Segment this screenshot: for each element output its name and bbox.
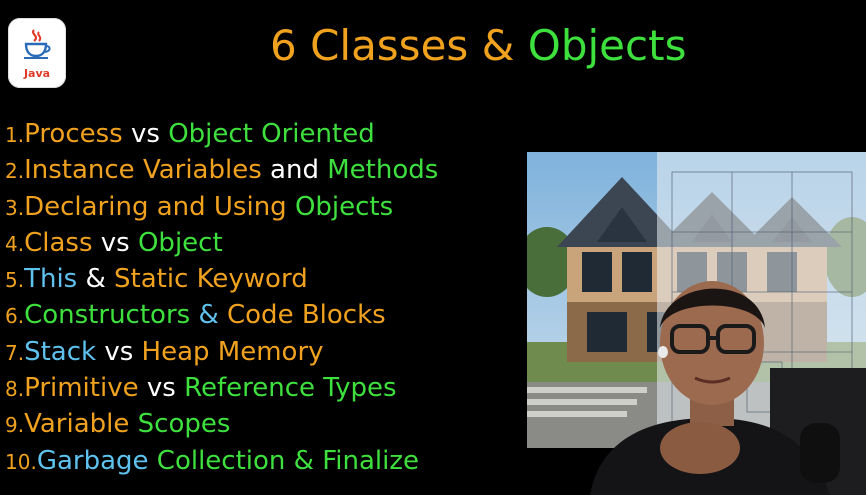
topic-text-segment: Scopes <box>129 409 231 440</box>
topic-number: 8. <box>5 377 25 402</box>
topic-text-segment: Reference Types <box>184 373 397 404</box>
topic-text-segment: Class <box>24 227 93 258</box>
topic-text-segment: vs <box>122 119 169 149</box>
topic-text-segment: & <box>77 264 115 295</box>
title-part-1: 6 Classes <box>270 21 469 70</box>
topic-text-segment: Methods <box>327 155 439 186</box>
java-logo: Java <box>8 18 66 88</box>
topic-text-segment: Primitive <box>24 373 139 404</box>
topic-number: 4. <box>5 231 25 256</box>
topic-item: 8.Primitive vs Reference Types <box>5 370 438 406</box>
topic-item: 10.Garbage Collection & Finalize <box>5 443 438 479</box>
topic-number: 5. <box>5 268 25 293</box>
topic-number: 7. <box>5 340 25 365</box>
topic-number: 2. <box>5 159 25 184</box>
title-part-2: & <box>481 21 515 70</box>
topic-text-segment: vs <box>96 336 142 367</box>
topic-text-segment: This <box>24 264 78 295</box>
topic-item: 3.Declaring and Using Objects <box>5 189 438 225</box>
topic-text-segment: Collection & Finalize <box>148 445 419 476</box>
topic-text-segment: Object Oriented <box>168 119 375 149</box>
topic-text-segment: and <box>261 155 328 186</box>
coffee-cup-icon <box>24 29 51 59</box>
topic-text-segment: Declaring and Using <box>24 191 287 222</box>
topic-number: 9. <box>5 413 25 438</box>
topic-item: 7.Stack vs Heap Memory <box>5 334 438 370</box>
topic-text-segment: Heap Memory <box>141 336 324 367</box>
topic-text-segment: Objects <box>286 191 394 222</box>
topic-item: 6.Constructors & Code Blocks <box>5 297 438 333</box>
topic-text-segment: Object <box>137 227 223 258</box>
topic-item: 5.This & Static Keyword <box>5 261 438 297</box>
topic-item: 2.Instance Variables and Methods <box>5 152 438 188</box>
topic-text-segment: Garbage <box>36 445 149 476</box>
logo-text: Java <box>23 67 51 80</box>
topic-text-segment: Code Blocks <box>227 300 386 331</box>
topic-text-segment: vs <box>92 227 138 258</box>
topic-item: 1.Process vs Object Oriented <box>5 116 438 152</box>
presenter-webcam <box>560 248 866 495</box>
page-title: 6 Classes & Objects <box>270 18 686 74</box>
topic-number: 6. <box>5 304 25 329</box>
topic-item: 9.Variable Scopes <box>5 406 438 442</box>
topic-number: 1. <box>5 123 25 147</box>
topic-text-segment: Stack <box>24 336 97 367</box>
title-part-3: Objects <box>527 21 687 70</box>
topic-text-segment: Constructors <box>24 300 191 331</box>
topic-item: 4.Class vs Object <box>5 225 438 261</box>
topic-text-segment: Variable <box>24 409 130 440</box>
topic-list: 1.Process vs Object Oriented 2.Instance V… <box>5 116 438 479</box>
topic-number: 10. <box>5 449 37 474</box>
topic-text-segment: Static Keyword <box>114 264 308 295</box>
topic-number: 3. <box>5 195 25 220</box>
topic-text-segment: & <box>190 300 227 331</box>
topic-text-segment: Instance Variables <box>24 155 262 186</box>
topic-text-segment: Process <box>24 119 123 149</box>
topic-text-segment: vs <box>138 373 185 404</box>
